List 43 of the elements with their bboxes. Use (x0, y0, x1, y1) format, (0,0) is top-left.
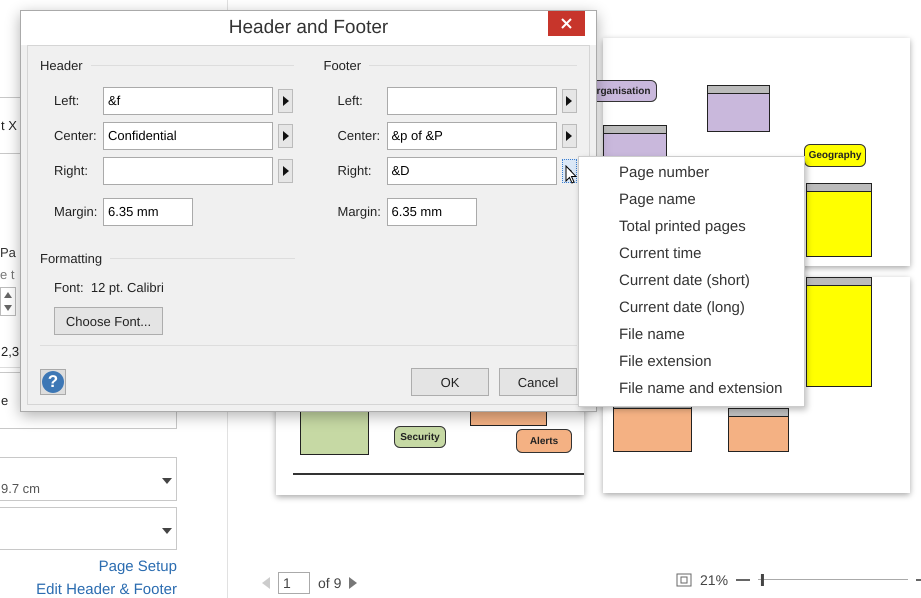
field-label: Right: (53, 163, 89, 178)
menu-item[interactable]: Page number (579, 159, 804, 186)
field-label: Left: (53, 93, 80, 108)
menu-item[interactable]: Page name (579, 186, 804, 213)
field-label: Right: (336, 163, 372, 178)
field-label: Center: (336, 128, 382, 143)
font-info: Font: 12 pt. Calibri (53, 280, 165, 295)
link[interactable]: Edit Header & Footer (36, 581, 177, 598)
menu-item[interactable]: File name and extension (579, 375, 804, 402)
dropdown[interactable]: 9.7 cm (0, 457, 177, 501)
dialog-button[interactable]: OK (411, 368, 489, 396)
menu-item[interactable]: Total printed pages (579, 213, 804, 240)
margin-field[interactable]: 6.35 mm (103, 198, 193, 226)
group-title: Header (40, 58, 83, 73)
field-label: Margin: (53, 204, 98, 219)
section-label: Pa (0, 244, 16, 262)
text-field[interactable]: Confidential (103, 122, 273, 150)
text-field[interactable]: &D (386, 156, 556, 184)
hint-text: e t (0, 266, 14, 284)
diagram-shape: Alerts (516, 429, 572, 453)
zoom-level: 21% (700, 572, 728, 588)
dialog-title: Header and Footer (228, 17, 388, 39)
text-field[interactable]: &f (103, 86, 273, 114)
group-title: Footer (324, 58, 362, 73)
text-field[interactable]: &p of &P (386, 122, 556, 150)
field-label: Margin: (336, 204, 382, 219)
menu-item[interactable]: File name (579, 321, 804, 348)
diagram-shape: Geography (804, 144, 866, 167)
menu-item[interactable]: Current date (long) (579, 294, 804, 321)
margin-field[interactable]: 6.35 mm (386, 198, 476, 226)
field-label: Center: (53, 128, 98, 143)
help-button[interactable]: ? (40, 369, 66, 395)
group-title: Formatting (40, 251, 102, 266)
menu-item[interactable]: Current date (short) (579, 267, 804, 294)
page-count: of 9 (318, 575, 342, 591)
diagram-shape: Security (394, 426, 446, 448)
field-label: Left: (336, 93, 364, 108)
dialog-button[interactable]: Cancel (499, 368, 577, 396)
link[interactable]: Page Setup (98, 558, 177, 576)
menu-item[interactable]: File extension (579, 348, 804, 375)
menu-item[interactable]: Current time (579, 240, 804, 267)
choose-font-button[interactable]: Choose Font... (54, 307, 163, 335)
page-field[interactable]: 1 (278, 572, 310, 594)
